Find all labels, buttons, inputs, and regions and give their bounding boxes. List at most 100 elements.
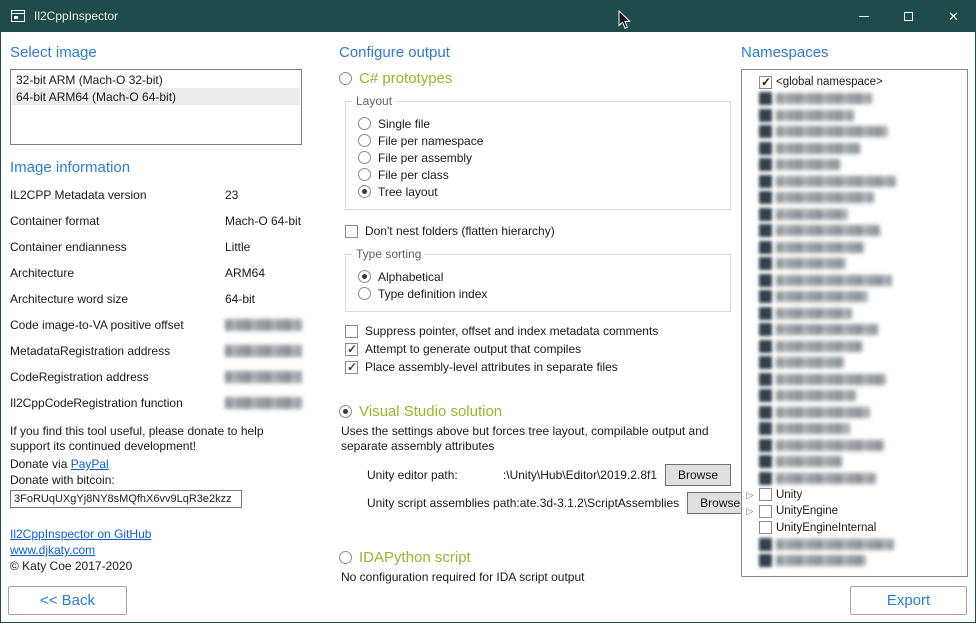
- namespace-checkbox[interactable]: [759, 76, 772, 89]
- redacted-value: [225, 319, 302, 331]
- sorting-options: Alphabetical Type definition index: [358, 269, 720, 301]
- namespace-checkbox[interactable]: [759, 521, 772, 534]
- flatten-checkbox[interactable]: Don't nest folders (flatten hierarchy): [345, 222, 731, 240]
- namespace-row[interactable]: [745, 305, 965, 322]
- namespace-row[interactable]: [745, 91, 965, 108]
- namespace-row[interactable]: [745, 338, 965, 355]
- namespace-row[interactable]: ▷UnityEngine: [745, 503, 965, 520]
- radio-option[interactable]: File per namespace: [358, 133, 720, 148]
- back-button[interactable]: << Back: [8, 586, 127, 615]
- redacted-label: [776, 126, 888, 137]
- redacted-checkbox: [759, 439, 772, 452]
- website-link[interactable]: www.djkaty.com: [10, 543, 95, 557]
- info-key: MetadataRegistration address: [10, 344, 225, 358]
- radio-option[interactable]: Alphabetical: [358, 269, 720, 284]
- info-row: Architecture word size64-bit: [10, 286, 302, 312]
- export-button[interactable]: Export: [850, 586, 967, 615]
- namespace-row[interactable]: [745, 107, 965, 124]
- redacted-label: [776, 555, 866, 566]
- type-sorting-groupbox: Type sorting AlphabeticalType definition…: [345, 254, 731, 312]
- info-row: ArchitectureARM64: [10, 260, 302, 286]
- redacted-label: [776, 473, 876, 484]
- radio-label: File per namespace: [378, 134, 483, 148]
- expander-icon[interactable]: ▷: [745, 490, 755, 500]
- namespace-row[interactable]: [745, 256, 965, 273]
- redacted-label: [776, 308, 852, 319]
- radio-option[interactable]: Type definition index: [358, 286, 720, 301]
- namespace-checkbox[interactable]: [759, 488, 772, 501]
- namespace-row[interactable]: [745, 190, 965, 207]
- vs-description: Uses the settings above but forces tree …: [341, 424, 723, 454]
- redacted-label: [776, 440, 884, 451]
- radio-icon: [358, 270, 371, 283]
- checkbox-option[interactable]: Suppress pointer, offset and index metad…: [345, 322, 731, 340]
- namespace-row[interactable]: [745, 206, 965, 223]
- namespace-row[interactable]: [745, 388, 965, 405]
- namespace-row[interactable]: [745, 536, 965, 553]
- minimize-button[interactable]: [841, 0, 886, 32]
- radio-label: Alphabetical: [378, 270, 443, 284]
- image-list-item[interactable]: 64-bit ARM64 (Mach-O 64-bit): [12, 88, 300, 105]
- namespace-row[interactable]: [745, 371, 965, 388]
- namespace-row[interactable]: [745, 124, 965, 141]
- namespace-row[interactable]: [745, 355, 965, 372]
- namespace-row[interactable]: [745, 470, 965, 487]
- namespace-row[interactable]: [745, 223, 965, 240]
- info-value: ARM64: [225, 266, 265, 280]
- github-link[interactable]: Il2CppInspector on GitHub: [10, 527, 151, 541]
- redacted-checkbox: [759, 274, 772, 287]
- unity-editor-path-value: :\Unity\Hub\Editor\2019.2.8f1: [503, 468, 657, 482]
- redacted-checkbox: [759, 92, 772, 105]
- namespace-row[interactable]: [745, 239, 965, 256]
- idapython-radio[interactable]: IDAPython script: [339, 548, 731, 566]
- radio-option[interactable]: File per assembly: [358, 150, 720, 165]
- radio-option[interactable]: Tree layout: [358, 184, 720, 199]
- namespace-row[interactable]: [745, 454, 965, 471]
- redacted-checkbox: [759, 538, 772, 551]
- radio-icon: [358, 117, 371, 130]
- radio-option[interactable]: File per class: [358, 167, 720, 182]
- info-key: Container format: [10, 214, 225, 228]
- namespace-row[interactable]: [745, 289, 965, 306]
- radio-icon: [358, 168, 371, 181]
- titlebar: Il2CppInspector ✕: [0, 0, 976, 32]
- checkbox-option[interactable]: Place assembly-level attributes in separ…: [345, 358, 731, 376]
- image-listbox[interactable]: 32-bit ARM (Mach-O 32-bit)64-bit ARM64 (…: [10, 69, 302, 145]
- expander-icon[interactable]: ▷: [745, 506, 755, 516]
- namespace-row[interactable]: [745, 173, 965, 190]
- layout-options: Single file File per namespace File per as…: [358, 116, 720, 199]
- redacted-label: [776, 110, 854, 121]
- image-info-heading: Image information: [10, 159, 302, 176]
- namespace-list[interactable]: <global namespace> ▷Unity▷UnityEngineUnit…: [741, 69, 968, 577]
- close-button[interactable]: ✕: [931, 0, 976, 32]
- namespace-row[interactable]: <global namespace>: [745, 74, 965, 91]
- info-row: Code image-to-VA positive offset: [10, 312, 302, 338]
- namespace-row[interactable]: [745, 404, 965, 421]
- csharp-prototypes-radio[interactable]: C# prototypes: [339, 69, 731, 87]
- image-list-item[interactable]: 32-bit ARM (Mach-O 32-bit): [12, 71, 300, 88]
- namespace-row[interactable]: [745, 437, 965, 454]
- namespace-row[interactable]: [745, 322, 965, 339]
- redacted-label: [776, 176, 896, 187]
- info-row: IL2CPP Metadata version23: [10, 182, 302, 208]
- checkbox-option[interactable]: Attempt to generate output that compiles: [345, 340, 731, 358]
- namespace-row[interactable]: [745, 553, 965, 570]
- redacted-label: [776, 192, 874, 203]
- namespace-checkbox[interactable]: [759, 505, 772, 518]
- visual-studio-radio[interactable]: Visual Studio solution: [339, 402, 731, 420]
- namespace-row[interactable]: UnityEngineInternal: [745, 520, 965, 537]
- checkbox-icon: [345, 343, 358, 356]
- namespace-row[interactable]: [745, 272, 965, 289]
- bitcoin-address-input[interactable]: [10, 490, 242, 508]
- namespace-row[interactable]: [745, 421, 965, 438]
- redacted-label: [776, 324, 878, 335]
- browse-editor-button[interactable]: Browse: [665, 464, 731, 486]
- maximize-button[interactable]: [886, 0, 931, 32]
- namespace-row[interactable]: ▷Unity: [745, 487, 965, 504]
- radio-option[interactable]: Single file: [358, 116, 720, 131]
- redacted-label: [776, 456, 842, 467]
- namespace-row[interactable]: [745, 140, 965, 157]
- namespace-row[interactable]: [745, 157, 965, 174]
- paypal-link[interactable]: PayPal: [71, 457, 109, 471]
- redacted-checkbox: [759, 191, 772, 204]
